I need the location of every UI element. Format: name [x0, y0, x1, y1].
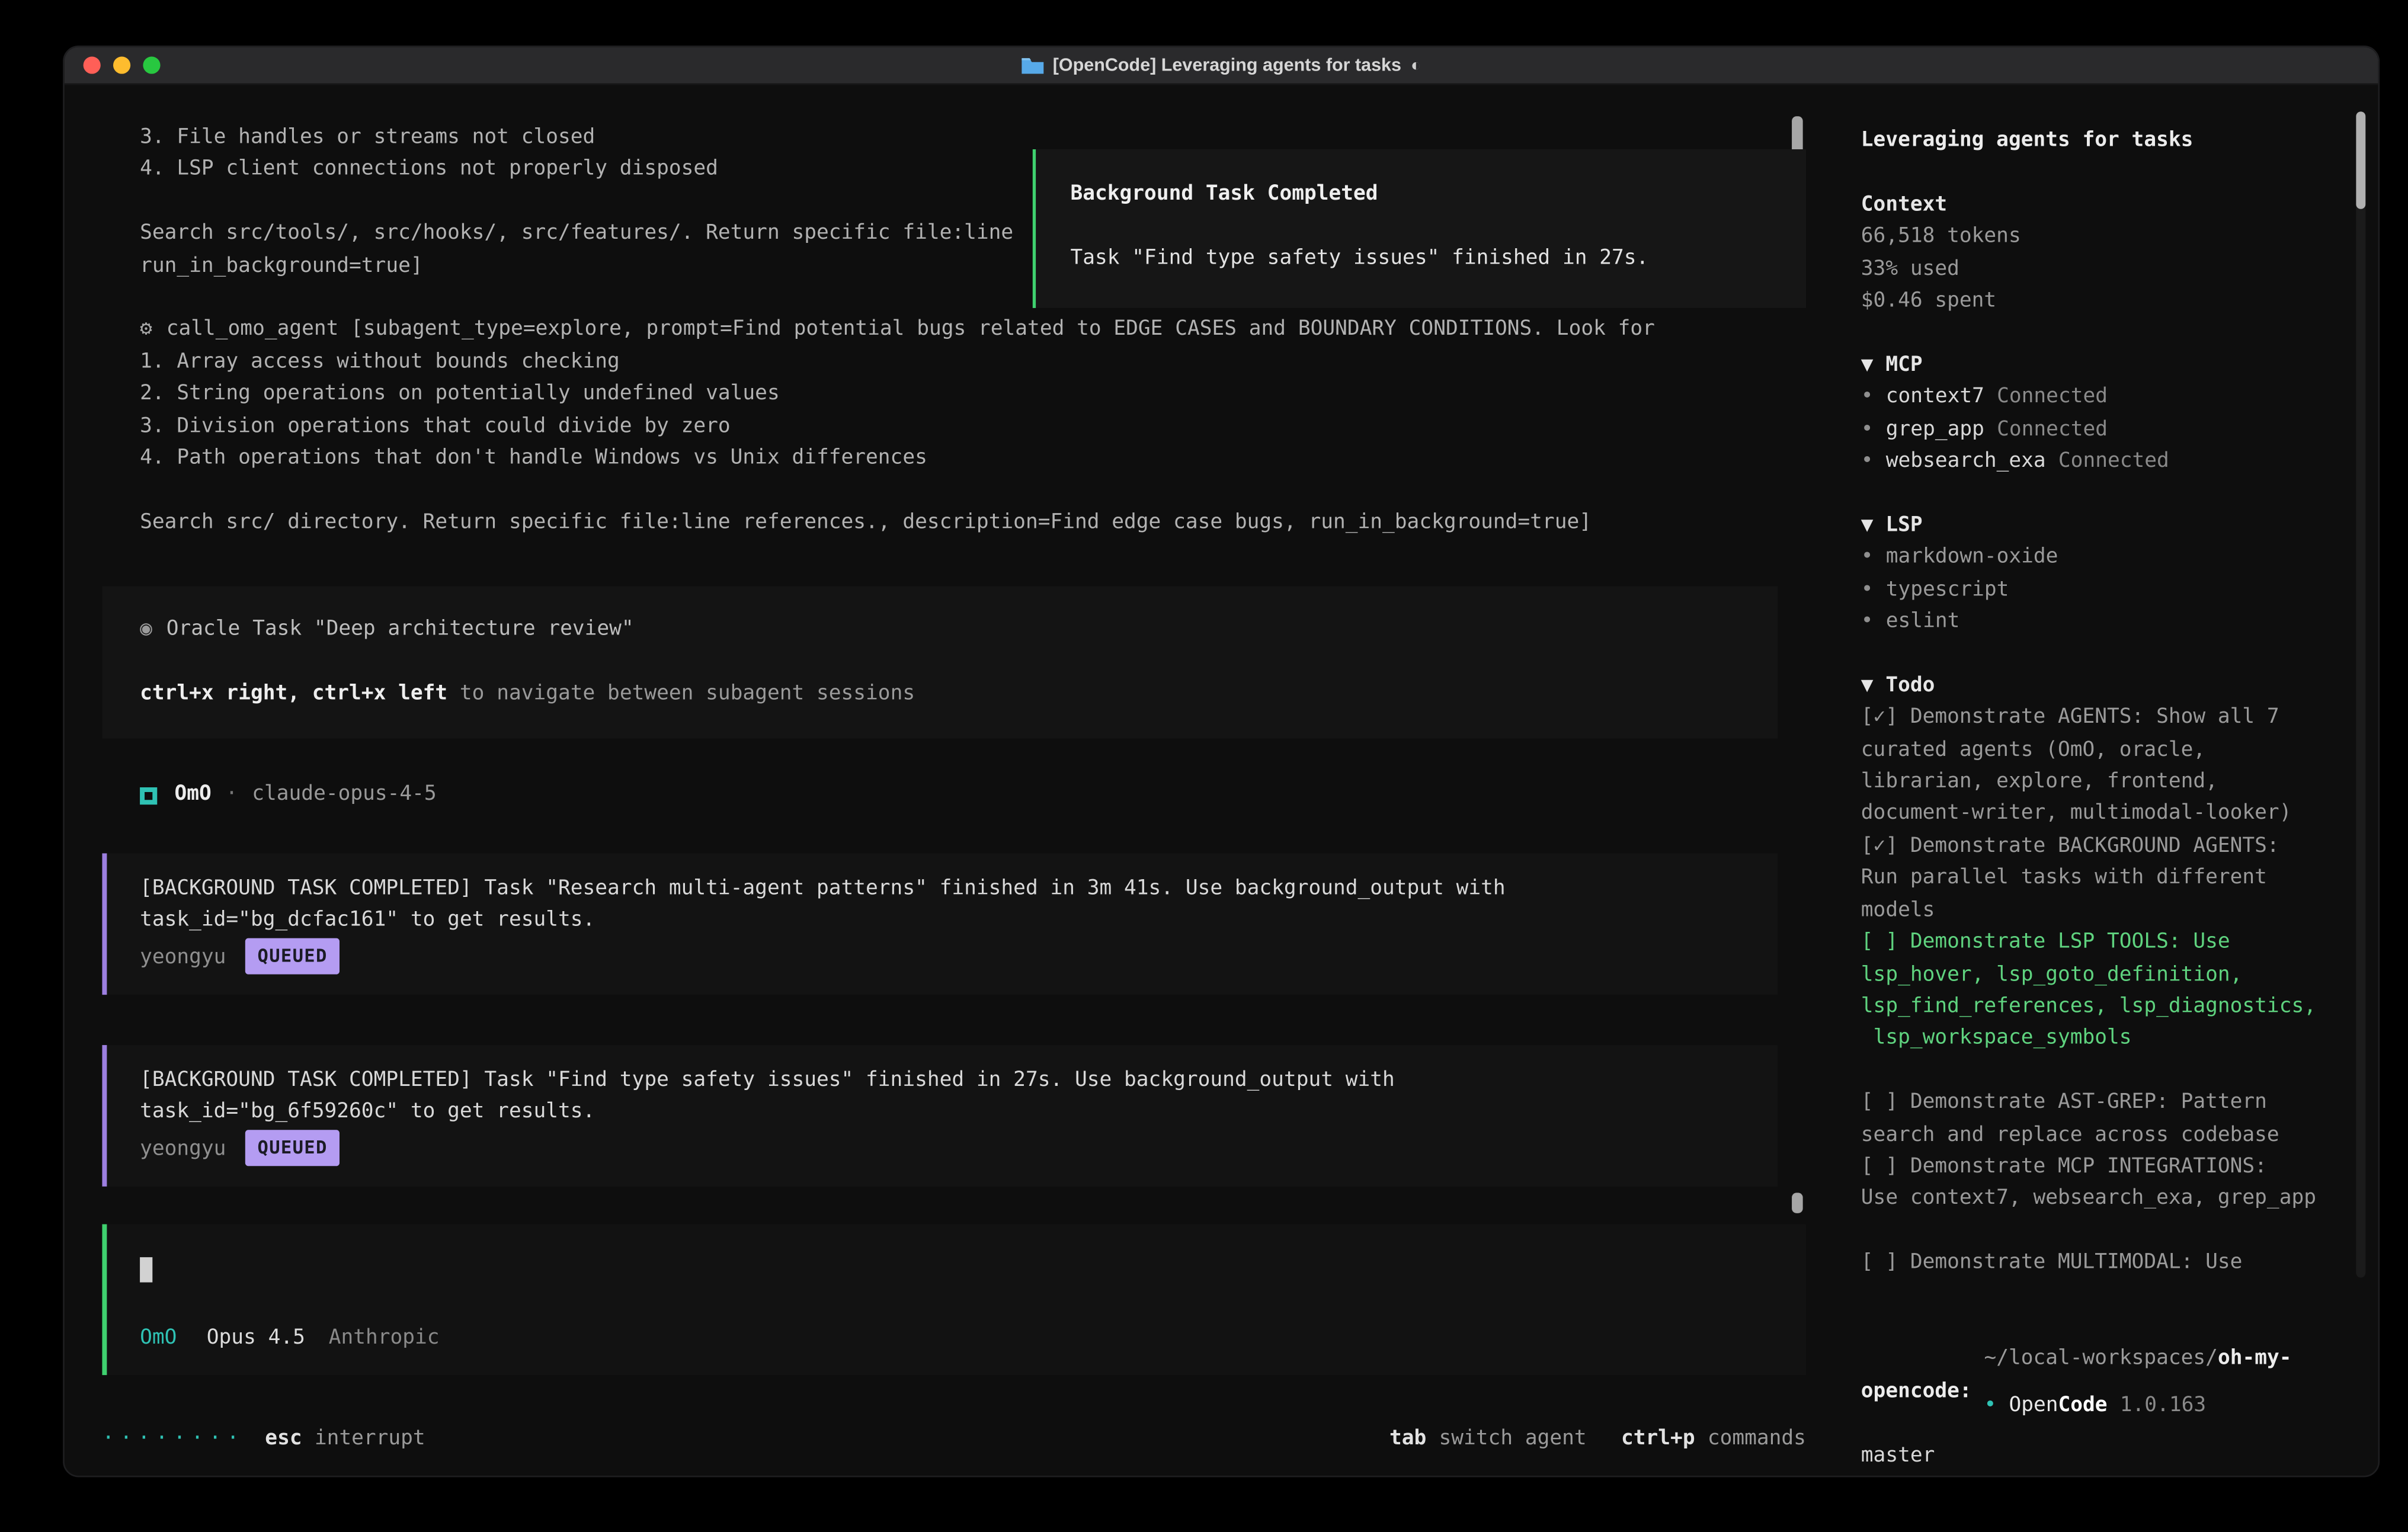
todo-section-toggle[interactable]: ▼ Todo — [1861, 671, 2331, 703]
status-left: ········ esc interrupt — [102, 1423, 425, 1455]
message-meta: yeongyu QUEUED — [140, 938, 1744, 975]
context-spent: $0.46 spent — [1861, 286, 2331, 318]
sidebar-scrollbar[interactable] — [2356, 111, 2365, 1277]
scrollbar-thumb[interactable] — [1792, 1193, 1803, 1213]
context-used: 33% used — [1861, 254, 2331, 286]
titlebar: [OpenCode] Leveraging agents for tasks ◐ — [65, 47, 2378, 85]
lsp-section-toggle[interactable]: ▼ LSP — [1861, 511, 2331, 543]
context-tokens: 66,518 tokens — [1861, 222, 2331, 254]
message-author: yeongyu — [140, 946, 226, 969]
session-title: Leveraging agents for tasks — [1861, 126, 2331, 158]
lsp-item: •markdown-oxide — [1861, 543, 2331, 575]
tool-call-item: 3. Division operations that could divide… — [102, 411, 1806, 443]
todo-item-done: [✓] Demonstrate BACKGROUND AGENTS: Run p… — [1861, 831, 2331, 927]
context-heading: Context — [1861, 190, 2331, 222]
bullet-icon: • — [1861, 450, 1874, 473]
app-name: Open — [2009, 1394, 2058, 1418]
toast-title: Background Task Completed — [1070, 179, 1768, 211]
tool-call-line: ⚙ call_omo_agent [subagent_type=explore, … — [102, 315, 1806, 347]
notification-toast: Background Task Completed Task "Find typ… — [1033, 149, 1806, 308]
hint-keys: ctrl+x right, ctrl+x left — [140, 682, 447, 706]
oracle-task-title: Oracle Task "Deep architecture review" — [166, 618, 634, 642]
app-version: 1.0.163 — [2120, 1394, 2206, 1418]
separator-dot: · — [226, 780, 238, 812]
agent-icon — [140, 787, 157, 805]
tool-call-item: 1. Array access without bounds checking — [102, 347, 1806, 379]
queued-badge: QUEUED — [245, 1130, 340, 1166]
window-title-group: [OpenCode] Leveraging agents for tasks ◐ — [65, 47, 2378, 84]
message-meta: yeongyu QUEUED — [140, 1130, 1744, 1166]
prompt-input-line[interactable] — [140, 1258, 1773, 1290]
bullet-icon: • — [1861, 610, 1874, 633]
bullet-icon: • — [1984, 1394, 1996, 1418]
tool-call-text: call_omo_agent [subagent_type=explore, p… — [166, 318, 1655, 342]
model-status-line: OmO Opus 4.5 Anthropic — [140, 1323, 1773, 1355]
scrollbar-thumb[interactable] — [2356, 111, 2365, 209]
mcp-item: •websearch_exaConnected — [1861, 446, 2331, 478]
oracle-task-title-line: ◉ Oracle Task "Deep architecture review" — [140, 615, 1740, 647]
session-timer-icon: ◐ — [1411, 56, 1421, 75]
esc-key-label: interrupt — [315, 1427, 425, 1450]
tab-key-label: switch agent — [1439, 1427, 1587, 1450]
todo-item-pending: [ ] Demonstrate MCP INTEGRATIONS: Use co… — [1861, 1152, 2331, 1216]
todo-item-pending: [ ] Demonstrate MULTIMODAL: Use — [1861, 1248, 2331, 1280]
mcp-section-toggle[interactable]: ▼ MCP — [1861, 350, 2331, 382]
agent-model: claude-opus-4-5 — [252, 780, 436, 812]
lsp-item: •eslint — [1861, 607, 2331, 639]
tool-call-item: 4. Path operations that don't handle Win… — [102, 443, 1806, 475]
todo-item-active: [ ] Demonstrate LSP TOOLS: Use lsp_hover… — [1861, 927, 2331, 1056]
toast-body: Task "Find type safety issues" finished … — [1070, 243, 1768, 275]
background-task-message: [BACKGROUND TASK COMPLETED] Task "Resear… — [102, 853, 1778, 995]
agent-name: OmO — [174, 780, 211, 812]
background-task-message: [BACKGROUND TASK COMPLETED] Task "Find t… — [102, 1045, 1778, 1187]
hint-text: to navigate between subagent sessions — [447, 682, 915, 706]
tool-call-tail: Search src/ directory. Return specific f… — [102, 507, 1806, 539]
message-line: task_id="bg_dcfac161" to get results. — [140, 906, 1744, 938]
commands-key-label: commands — [1708, 1427, 1806, 1450]
bullet-icon: • — [1861, 385, 1874, 409]
gear-icon: ⚙ — [140, 318, 152, 342]
todo-item-done: [✓] Demonstrate AGENTS: Show all 7 curat… — [1861, 703, 2331, 831]
app-version-footer: • OpenCode 1.0.163 — [1861, 1359, 2206, 1455]
terminal-window: [OpenCode] Leveraging agents for tasks ◐… — [63, 46, 2380, 1477]
subagent-nav-hint: ctrl+x right, ctrl+x left to navigate be… — [140, 679, 1740, 711]
bullet-icon: • — [1861, 418, 1874, 441]
esc-key-hint: esc — [265, 1427, 302, 1450]
message-author: yeongyu — [140, 1137, 226, 1161]
active-agent-label: OmO — [140, 1326, 177, 1350]
active-model-label: Opus 4.5 — [207, 1326, 305, 1350]
desktop: [OpenCode] Leveraging agents for tasks ◐… — [0, 0, 2408, 1532]
tool-call-item: 2. String operations on potentially unde… — [102, 379, 1806, 411]
commands-key-hint: ctrl+p — [1621, 1427, 1695, 1450]
message-line: [BACKGROUND TASK COMPLETED] Task "Find t… — [140, 1066, 1744, 1098]
bullet-icon: • — [1861, 578, 1874, 601]
bullet-icon: • — [1861, 546, 1874, 569]
mcp-item: •grep_appConnected — [1861, 414, 2331, 446]
lsp-item: •typescript — [1861, 575, 2331, 607]
prompt-input[interactable]: OmO Opus 4.5 Anthropic — [102, 1225, 1806, 1375]
agent-header: OmO · claude-opus-4-5 — [102, 780, 1806, 812]
status-bar: ········ esc interrupt tab switch agent ctrl… — [102, 1423, 1806, 1455]
tab-key-hint: tab — [1389, 1427, 1426, 1450]
terminal-main: 3. File handles or streams not closed 4.… — [65, 85, 1837, 1476]
window-content: 3. File handles or streams not closed 4.… — [65, 85, 2378, 1476]
message-line: [BACKGROUND TASK COMPLETED] Task "Resear… — [140, 873, 1744, 905]
message-line: task_id="bg_6f59260c" to get results. — [140, 1098, 1744, 1130]
mcp-item: •context7Connected — [1861, 382, 2331, 414]
app-name-bold: Code — [2058, 1394, 2108, 1418]
oracle-status-icon: ◉ — [140, 618, 152, 642]
spinner-dots: ········ — [102, 1427, 244, 1450]
todo-item-pending: [ ] Demonstrate AST-GREP: Pattern search… — [1861, 1088, 2331, 1152]
sidebar: Leveraging agents for tasks Context 66,5… — [1837, 85, 2378, 1476]
provider-label: Anthropic — [329, 1326, 440, 1350]
text-cursor — [140, 1258, 152, 1283]
window-title: [OpenCode] Leveraging agents for tasks — [1053, 56, 1401, 75]
folder-icon — [1022, 56, 1043, 73]
status-right: tab switch agent ctrl+p commands — [1389, 1423, 1806, 1455]
queued-badge: QUEUED — [245, 938, 340, 975]
oracle-task-panel: ◉Oracle Task "Deep architecture review" … — [102, 586, 1778, 739]
